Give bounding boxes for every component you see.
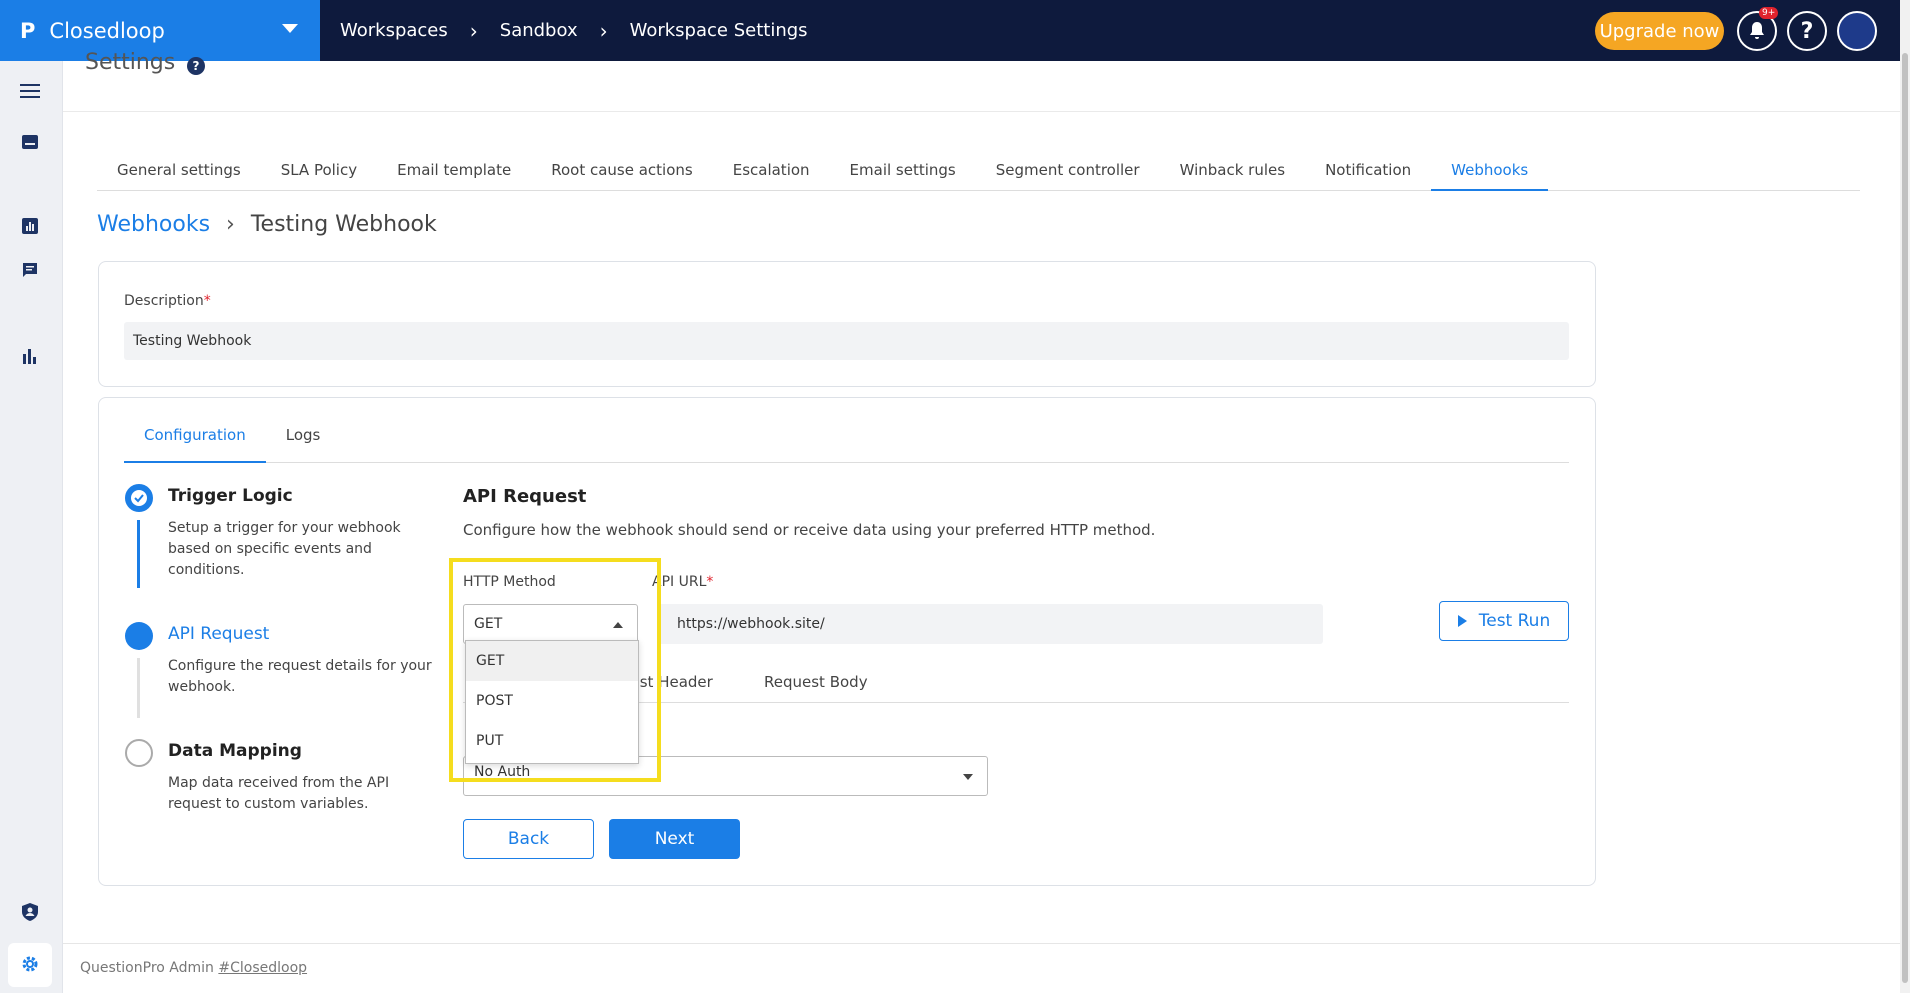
scrollbar-thumb[interactable] [1902,53,1908,983]
bar-chart-icon[interactable] [20,346,40,366]
bell-icon [1750,22,1764,39]
inbox-icon[interactable] [20,132,40,152]
api-request-subtitle: Configure how the webhook should send or… [463,521,1156,539]
chevron-right-icon: › [469,18,478,43]
required-mark: * [203,293,211,309]
tab-email-settings[interactable]: Email settings [830,155,976,191]
api-request-title: API Request [463,486,587,507]
play-icon [1457,615,1467,627]
footer-text: QuestionPro Admin [80,960,214,976]
step-desc-api-request: Configure the request details for your w… [168,658,432,695]
footer-link[interactable]: #Closedloop [218,960,307,976]
step-title-api-request[interactable]: API Request [168,624,269,644]
required-mark: * [706,574,714,590]
chevron-down-icon [282,24,298,33]
step-connector [137,658,140,718]
highlight-box [449,558,661,782]
api-url-label: API URL* [652,574,713,590]
avatar[interactable] [1837,11,1877,51]
step-title-trigger-logic[interactable]: Trigger Logic [168,486,293,506]
back-button[interactable]: Back [463,819,594,859]
footer-divider [63,943,1900,944]
footer: QuestionPro Admin #Closedloop [80,960,307,976]
breadcrumb-workspaces[interactable]: Workspaces [340,20,448,41]
tab-winback-rules[interactable]: Winback rules [1160,155,1305,191]
webhook-breadcrumb: Webhooks › Testing Webhook [97,212,437,237]
notification-badge: 9+ [1759,7,1779,19]
step-active-icon [125,622,153,650]
chat-icon[interactable] [20,260,40,280]
sidebar [0,61,63,993]
test-run-button[interactable]: Test Run [1439,601,1569,641]
tab-segment-controller[interactable]: Segment controller [976,155,1160,191]
report-icon[interactable] [20,216,40,236]
shield-user-icon[interactable] [20,902,40,922]
help-circle-icon[interactable]: ? [187,57,205,75]
description-label: Description* [124,293,211,309]
menu-icon[interactable] [20,81,40,101]
caret-down-icon [963,774,973,780]
breadcrumb-sandbox[interactable]: Sandbox [500,20,578,41]
step-connector [137,520,140,588]
breadcrumb: Workspaces › Sandbox › Workspace Setting… [340,0,808,61]
api-url-input[interactable]: https://webhook.site/ [657,604,1323,644]
step-desc-data-mapping: Map data received from the API request t… [168,775,390,812]
tab-notification[interactable]: Notification [1305,155,1431,191]
app-root: P Closedloop Workspaces › Sandbox › Work… [0,0,1910,993]
description-label-text: Description [124,293,204,309]
app-name: Closedloop [49,18,165,43]
step-desc-trigger-logic: Setup a trigger for your webhook based o… [168,520,401,578]
tab-webhooks[interactable]: Webhooks [1431,155,1549,191]
breadcrumb-current: Testing Webhook [250,212,437,237]
tab-general-settings[interactable]: General settings [97,155,261,191]
breadcrumb-workspace-settings: Workspace Settings [629,20,808,41]
configuration-card: Configuration Logs Trigger Logic Setup a… [98,397,1596,886]
step-completed-icon [125,484,153,512]
upgrade-now-button[interactable]: Upgrade now [1595,12,1724,50]
tab-email-template[interactable]: Email template [377,155,531,191]
description-input[interactable]: Testing Webhook [124,322,1569,360]
tab-root-cause-actions[interactable]: Root cause actions [531,155,713,191]
top-bar: P Closedloop Workspaces › Sandbox › Work… [0,0,1900,61]
chevron-right-icon: › [599,18,608,43]
step-title-data-mapping[interactable]: Data Mapping [168,741,302,761]
tab-request-body[interactable]: Request Body [764,673,868,691]
help-button[interactable]: ? [1787,11,1827,51]
tab-escalation[interactable]: Escalation [713,155,830,191]
config-tabs: Configuration Logs [124,428,1569,463]
scrollbar[interactable] [1900,0,1910,993]
tab-sla-policy[interactable]: SLA Policy [261,155,377,191]
chevron-right-icon: › [226,212,235,237]
tab-logs[interactable]: Logs [266,428,341,463]
description-card: Description* Testing Webhook [98,261,1596,387]
step-pending-icon [125,739,153,767]
brand-logo-icon: P [20,18,36,43]
test-run-label: Test Run [1478,611,1551,631]
question-icon: ? [1800,18,1814,44]
settings-tabs: General settings SLA Policy Email templa… [97,155,1860,191]
next-button[interactable]: Next [609,819,740,859]
gear-icon[interactable] [20,954,40,974]
tab-configuration[interactable]: Configuration [124,428,266,463]
page-title: Settings [85,50,176,75]
divider [63,111,1900,112]
breadcrumb-webhooks-link[interactable]: Webhooks [97,212,210,237]
